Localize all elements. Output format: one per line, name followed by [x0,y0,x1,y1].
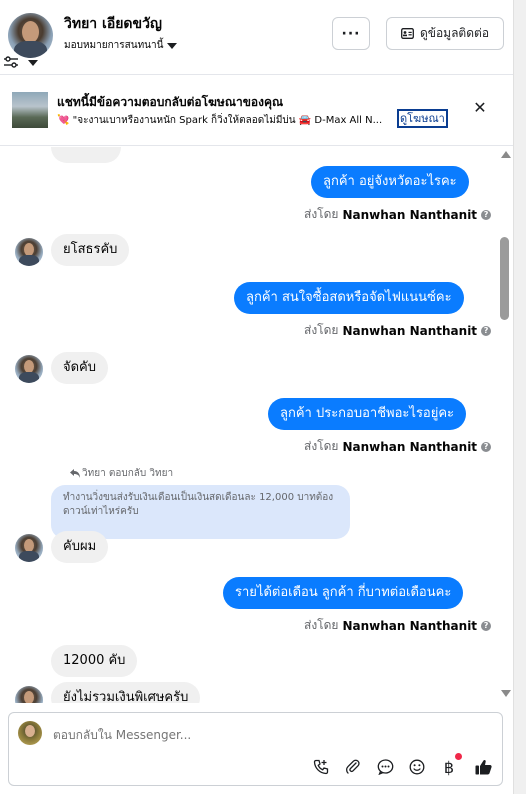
ad-banner-title: แชทนี้มีข้อความตอบกลับต่อโฆษณาของคุณ [57,95,284,109]
sent-by-prefix: ส่งโดย [304,207,339,221]
emoji-icon[interactable] [407,757,427,777]
scroll-up-arrow[interactable] [501,151,511,158]
message-bubble-incoming: จัดคับ [51,352,109,384]
avatar[interactable] [15,534,43,562]
reply-indicator: วิทยา ตอบกลับ วิทยา [70,466,173,481]
chevron-down-icon [167,42,178,49]
info-icon[interactable]: ? [481,325,492,336]
message-bubble-partial [51,147,121,163]
avatar[interactable] [15,355,43,383]
message-bubble-outgoing: รายได้ต่อเดือน ลูกค้า กี่บาทต่อเดือนคะ [223,577,464,609]
ad-reply-banner: แชทนี้มีข้อความตอบกลับต่อโฆษณาของคุณ 💘 "… [0,76,513,146]
sent-by-agent: Nanwhan Nanthanit [342,207,478,222]
sent-by-prefix: ส่งโดย [304,323,339,337]
info-icon[interactable]: ? [481,620,492,631]
view-contact-button[interactable]: ดูข้อมูลติดต่อ [386,17,504,50]
message-bubble-incoming: 12000 คับ [51,645,138,677]
message-bubble-incoming: ยังไม่รวมเงินพิเศษครับ [51,682,201,703]
sent-by-agent: Nanwhan Nanthanit [342,439,478,454]
baht-payment-icon[interactable]: ฿ [439,757,459,777]
attachment-icon[interactable] [343,757,363,777]
view-contact-label: ดูข้อมูลติดต่อ [419,26,490,40]
avatar[interactable] [15,686,43,703]
ad-thumbnail[interactable] [12,92,48,128]
saved-reply-icon[interactable] [375,757,395,777]
sent-by-prefix: ส่งโดย [304,439,339,453]
info-icon[interactable]: ? [481,441,492,452]
message-bubble-incoming: ยโสธรคับ [51,234,130,266]
scroll-down-arrow[interactable] [501,690,511,697]
call-icon[interactable] [311,757,331,777]
message-composer: ฿ [8,712,503,786]
message-bubble-incoming: คับผม [51,531,109,563]
sent-by-agent: Nanwhan Nanthanit [342,618,478,633]
message-bubble-outgoing: ลูกค้า สนใจซื้อสดหรือจัดไฟแนนซ์คะ [234,282,464,314]
assign-label: มอบหมายการสนทนานี้ [64,40,164,51]
avatar[interactable] [15,238,43,266]
more-options-button[interactable]: ··· [332,17,370,50]
page-avatar [18,721,42,745]
info-icon[interactable]: ? [481,209,492,220]
sent-by-prefix: ส่งโดย [304,618,339,632]
notification-dot [455,753,462,760]
reply-input[interactable] [53,728,473,742]
scrollbar-thumb[interactable] [500,237,509,320]
sent-by-label: ส่งโดย Nanwhan Nanthanit ? [304,205,492,224]
thread-scrollbar[interactable] [498,147,513,703]
assign-conversation-dropdown[interactable]: มอบหมายการสนทนานี้ [64,38,178,53]
sent-by-agent: Nanwhan Nanthanit [342,323,478,338]
sent-by-label: ส่งโดย Nanwhan Nanthanit ? [304,321,492,340]
like-icon[interactable] [473,757,493,777]
conversation-header: วิทยา เอียดขวัญ มอบหมายการสนทนานี้ ··· ด… [0,0,513,75]
sent-by-label: ส่งโดย Nanwhan Nanthanit ? [304,437,492,456]
close-icon[interactable]: ✕ [472,100,488,116]
contact-card-icon [401,28,414,39]
contact-name[interactable]: วิทยา เอียดขวัญ [64,13,162,35]
reply-arrow-icon [70,469,80,478]
sent-by-label: ส่งโดย Nanwhan Nanthanit ? [304,616,492,635]
chevron-down-icon[interactable] [28,60,38,66]
reply-indicator-text: วิทยา ตอบกลับ วิทยา [82,468,174,479]
message-bubble-outgoing: ลูกค้า ประกอบอาชีพอะไรอยู่คะ [268,398,467,430]
ad-banner-subtitle: 💘 "จะงานเบาหรืองานหนัก Spark ก็วิ่งให้ตล… [57,115,383,126]
message-bubble-outgoing: ลูกค้า อยู่จังหวัดอะไรคะ [311,166,469,198]
filter-sliders-icon[interactable] [4,56,18,68]
message-clip: ยังไม่รวมเงินพิเศษครับ [0,680,498,703]
view-ad-link[interactable]: ดูโฆษณา [397,109,448,128]
page-scrollbar[interactable] [513,0,526,794]
contact-avatar[interactable] [8,13,53,58]
